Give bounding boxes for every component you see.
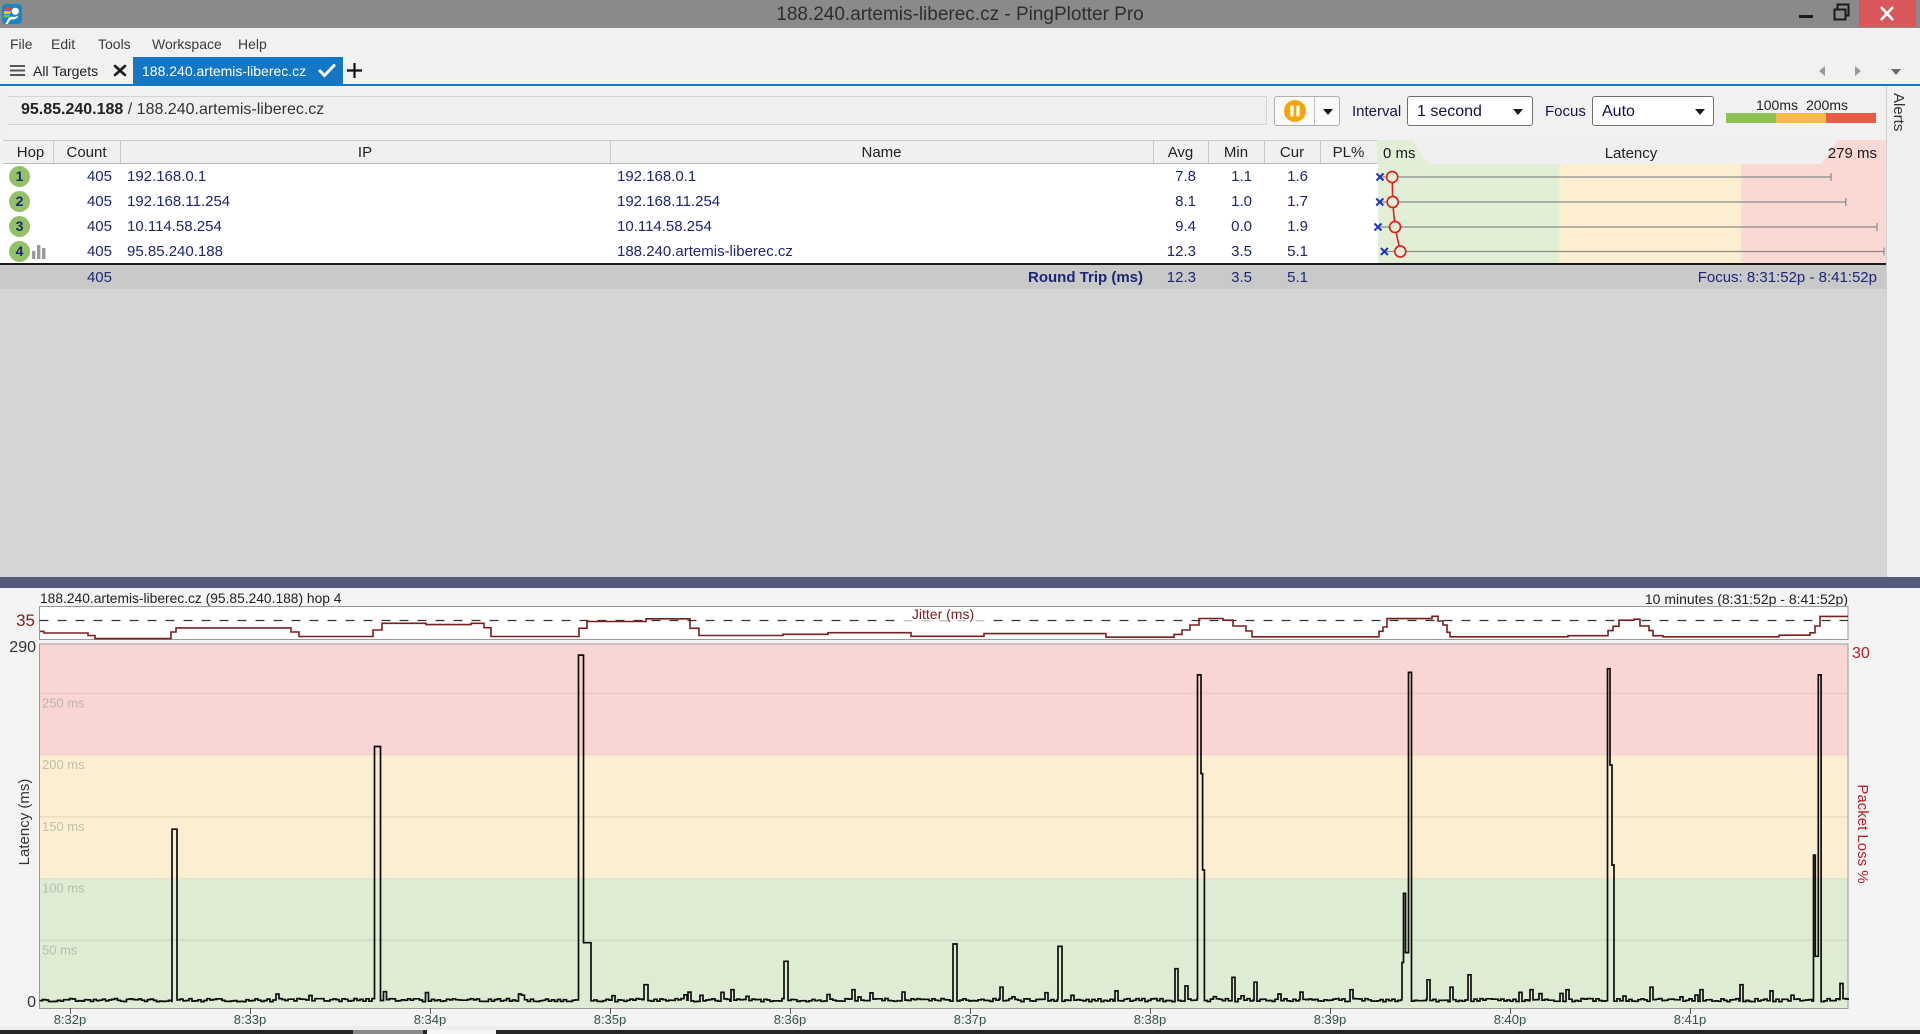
svg-text:0: 0 <box>27 994 36 1009</box>
svg-text:Jitter (ms): Jitter (ms) <box>912 606 974 622</box>
svg-text:Packet Loss %: Packet Loss % <box>1854 784 1871 883</box>
svg-text:35: 35 <box>16 611 35 630</box>
svg-text:250 ms: 250 ms <box>42 695 85 710</box>
svg-text:279 ms: 279 ms <box>1828 145 1877 162</box>
svg-text:150 ms: 150 ms <box>42 819 85 834</box>
svg-text:Latency (ms): Latency (ms) <box>16 779 33 866</box>
svg-text:30: 30 <box>1852 645 1870 662</box>
svg-text:100 ms: 100 ms <box>42 881 85 896</box>
svg-text:0 ms: 0 ms <box>1383 145 1416 162</box>
svg-text:50 ms: 50 ms <box>42 942 78 957</box>
svg-text:Latency: Latency <box>1605 145 1658 162</box>
svg-text:200 ms: 200 ms <box>42 757 85 772</box>
svg-text:290: 290 <box>9 639 36 656</box>
